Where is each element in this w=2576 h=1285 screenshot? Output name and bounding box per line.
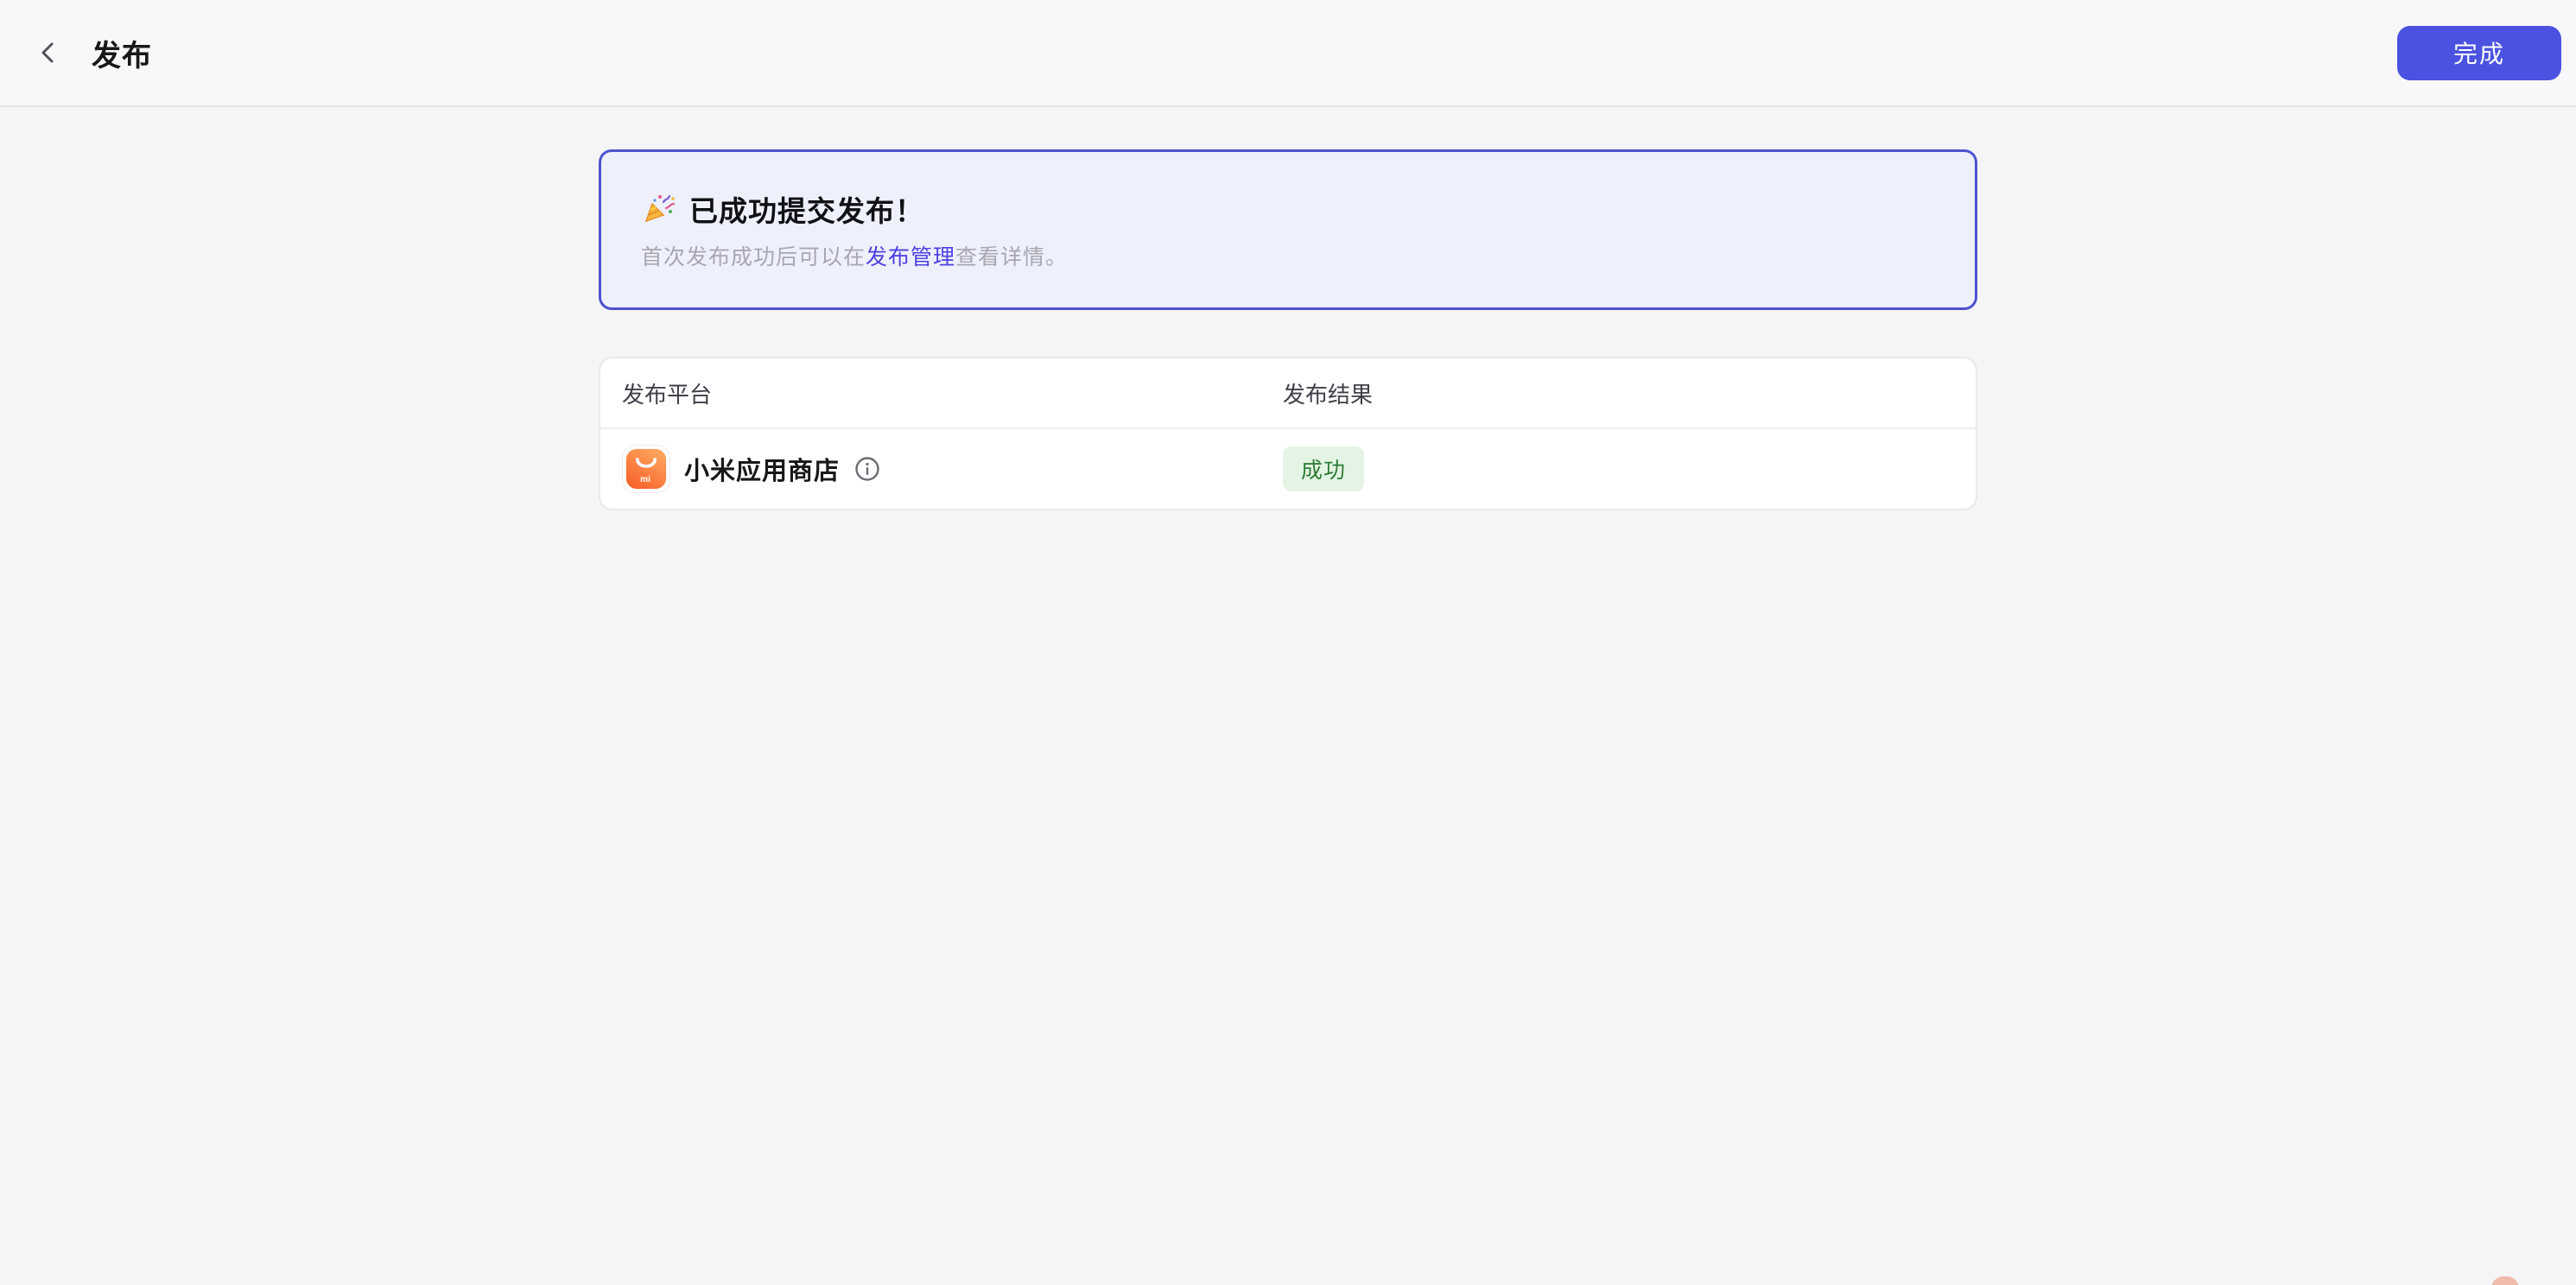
main-content: 已成功提交发布！ 首次发布成功后可以在发布管理查看详情。 发布平台 发布结果 m… — [599, 149, 1977, 510]
info-circle-icon — [854, 456, 880, 482]
info-button[interactable] — [853, 455, 881, 483]
xiaomi-app-store-icon: mi — [622, 445, 670, 493]
platform-name: 小米应用商店 — [684, 458, 841, 485]
success-banner: 已成功提交发布！ 首次发布成功后可以在发布管理查看详情。 — [599, 149, 1977, 310]
result-cell: 成功 — [1283, 446, 1976, 491]
header: 发布 完成 — [0, 0, 2576, 107]
cutoff-floating-widget — [2491, 1276, 2519, 1285]
publish-management-link[interactable]: 发布管理 — [866, 245, 955, 269]
column-header-result: 发布结果 — [1283, 381, 1374, 408]
done-button[interactable]: 完成 — [2397, 25, 2561, 80]
back-button[interactable] — [26, 30, 71, 75]
banner-title-line: 已成功提交发布！ — [641, 188, 1935, 230]
banner-title: 已成功提交发布！ — [689, 195, 924, 227]
platform-cell: mi 小米应用商店 — [622, 445, 1283, 493]
column-header-platform: 发布平台 — [622, 381, 713, 408]
banner-subtitle: 首次发布成功后可以在发布管理查看详情。 — [641, 240, 1935, 271]
party-popper-icon — [641, 192, 676, 226]
status-badge: 成功 — [1283, 446, 1365, 491]
page-title: 发布 — [92, 39, 152, 73]
chevron-left-icon — [35, 39, 62, 66]
banner-subtitle-suffix: 查看详情。 — [955, 245, 1069, 269]
table-row: mi 小米应用商店 成功 — [600, 427, 1976, 509]
publish-result-card: 发布平台 发布结果 mi 小米应用商店 成功 — [599, 357, 1977, 510]
svg-text:mi: mi — [640, 475, 650, 484]
table-header-row: 发布平台 发布结果 — [600, 358, 1976, 427]
banner-subtitle-prefix: 首次发布成功后可以在 — [641, 245, 866, 269]
